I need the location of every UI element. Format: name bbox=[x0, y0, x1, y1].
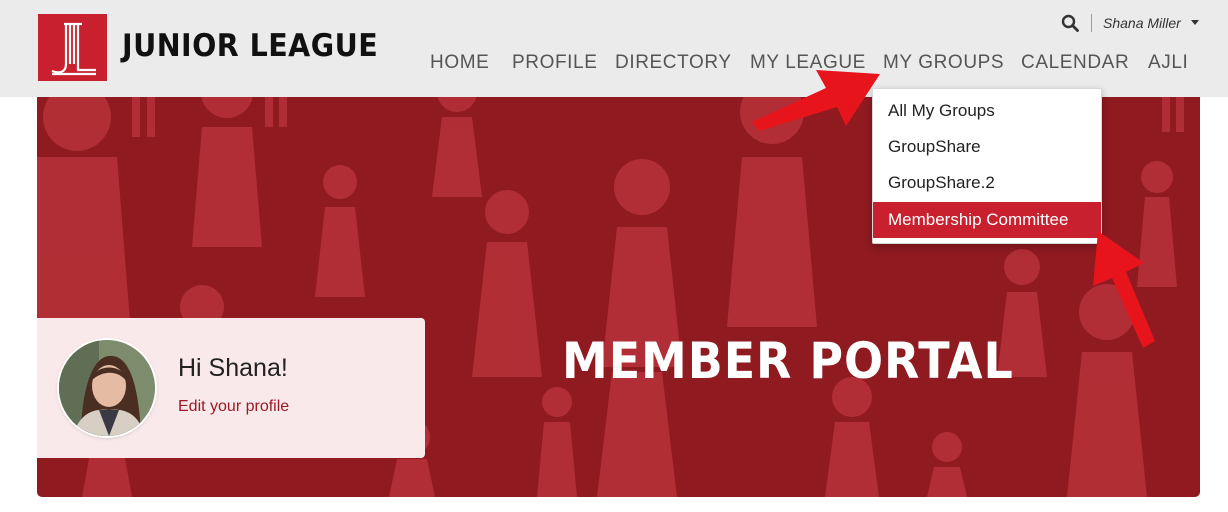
nav-calendar[interactable]: CALENDAR bbox=[1021, 52, 1129, 74]
nav-ajli[interactable]: AJLI bbox=[1148, 52, 1188, 74]
top-navigation-bar: JUNIOR LEAGUE Shana Miller HOME PROFILE … bbox=[0, 0, 1228, 97]
nav-directory[interactable]: DIRECTORY bbox=[615, 52, 732, 74]
nav-profile[interactable]: PROFILE bbox=[512, 52, 598, 74]
greeting-text: Hi Shana! bbox=[178, 354, 288, 382]
utility-divider bbox=[1091, 14, 1092, 32]
dropdown-item-membership-committee[interactable]: Membership Committee bbox=[873, 202, 1101, 238]
search-icon[interactable] bbox=[1061, 14, 1079, 32]
nav-my-groups[interactable]: MY GROUPS bbox=[883, 52, 1004, 74]
welcome-card: Hi Shana! Edit your profile bbox=[37, 318, 425, 458]
caret-down-icon[interactable] bbox=[1191, 20, 1199, 25]
nav-home[interactable]: HOME bbox=[430, 52, 489, 74]
dropdown-item-groupshare[interactable]: GroupShare bbox=[873, 129, 1101, 165]
nav-my-league[interactable]: MY LEAGUE bbox=[750, 52, 866, 74]
brand-name: JUNIOR LEAGUE bbox=[122, 28, 379, 64]
my-groups-dropdown-menu: All My Groups GroupShare GroupShare.2 Me… bbox=[872, 88, 1102, 244]
user-photo bbox=[59, 340, 155, 436]
user-menu-toggle[interactable]: Shana Miller bbox=[1103, 15, 1181, 31]
hero-title: MEMBER PORTAL bbox=[562, 332, 1014, 390]
dropdown-item-groupshare-2[interactable]: GroupShare.2 bbox=[873, 165, 1101, 201]
edit-profile-link[interactable]: Edit your profile bbox=[178, 398, 289, 416]
junior-league-logo[interactable] bbox=[38, 14, 107, 81]
jl-logo-icon bbox=[51, 22, 96, 76]
avatar[interactable] bbox=[59, 340, 155, 436]
dropdown-item-all-my-groups[interactable]: All My Groups bbox=[873, 93, 1101, 129]
